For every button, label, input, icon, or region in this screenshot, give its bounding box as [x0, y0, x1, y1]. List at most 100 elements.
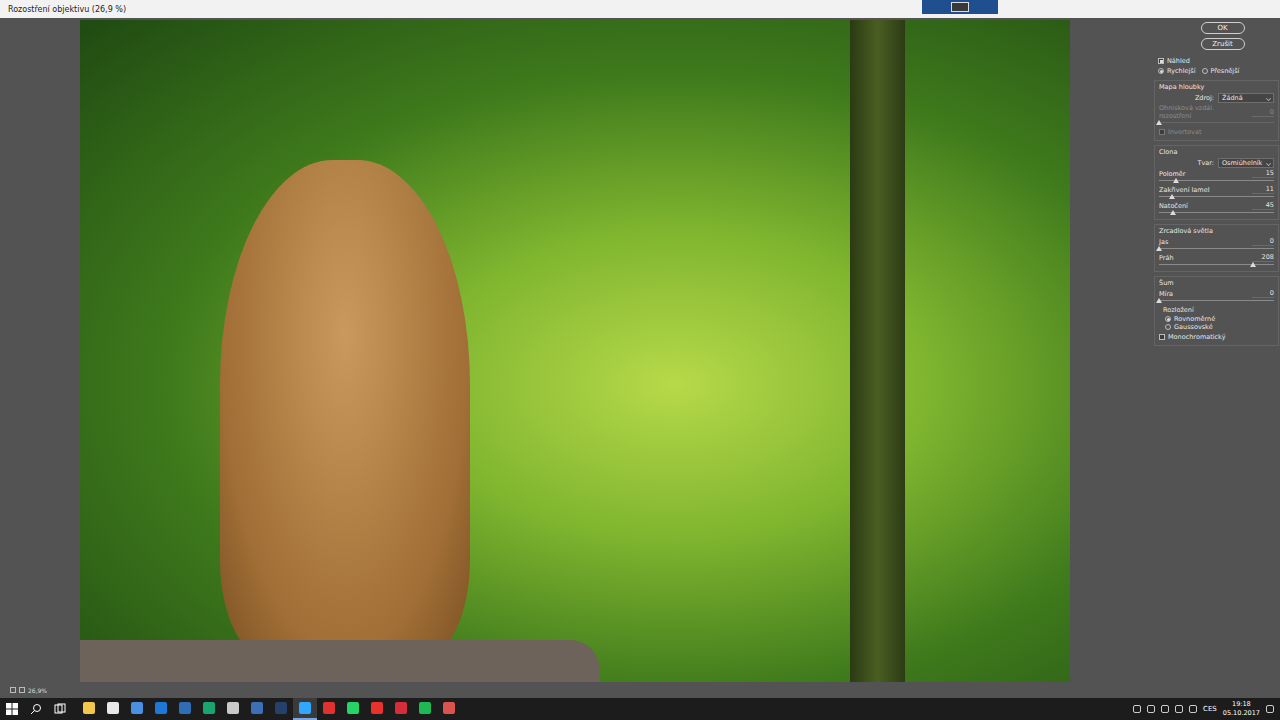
slider[interactable]: Práh208	[1155, 253, 1278, 268]
slider[interactable]: Zakřivení lamel11	[1155, 185, 1278, 200]
pinned-apps	[77, 698, 461, 720]
actual-size-icon[interactable]	[19, 687, 25, 693]
checkbox[interactable]	[1159, 129, 1165, 135]
radio-option[interactable]: Rychlejší	[1158, 67, 1196, 75]
checkbox-row[interactable]: Monochromatický	[1155, 332, 1278, 342]
tray-icon[interactable]	[1161, 705, 1169, 713]
radio-label: Rovnoměrné	[1174, 315, 1215, 323]
app-button[interactable]	[437, 698, 461, 720]
app-button[interactable]	[197, 698, 221, 720]
slider-track[interactable]	[1159, 212, 1274, 213]
slider-track[interactable]	[1159, 248, 1274, 249]
input-language[interactable]: CES	[1203, 705, 1217, 713]
checkbox-label: Monochromatický	[1168, 333, 1226, 341]
windows-start-icon[interactable]	[0, 698, 24, 720]
slider-value[interactable]: 45	[1252, 201, 1274, 210]
slider-value[interactable]: 0	[1252, 289, 1274, 298]
app-button[interactable]	[317, 698, 341, 720]
checkbox[interactable]	[1159, 334, 1165, 340]
slider-fill[interactable]	[1159, 264, 1253, 265]
app-button[interactable]	[365, 698, 389, 720]
radio-button[interactable]	[1202, 68, 1208, 74]
slider-value[interactable]: 11	[1252, 185, 1274, 194]
slider-fill[interactable]	[1159, 212, 1173, 213]
app-button[interactable]	[221, 698, 245, 720]
slider-label: Poloměr	[1159, 170, 1185, 178]
slider-track[interactable]	[1159, 196, 1274, 197]
app-button[interactable]	[389, 698, 413, 720]
slider-track[interactable]	[1159, 300, 1274, 301]
group-title: Šum	[1155, 279, 1278, 288]
checkbox-row[interactable]: Invertovat	[1155, 127, 1278, 137]
app-icon	[179, 702, 191, 714]
settings-panel: OKZrušitNáhledRychlejšíPřesnějšíMapa hlo…	[1154, 20, 1279, 682]
app-icon	[275, 702, 287, 714]
app-icon	[443, 702, 455, 714]
app-icon	[227, 702, 239, 714]
group-title: Zrcadlová světla	[1155, 227, 1278, 236]
slider-value[interactable]: 15	[1252, 169, 1274, 178]
tray-icon[interactable]	[1133, 705, 1141, 713]
radio-option[interactable]: Rovnoměrné	[1165, 315, 1215, 323]
notifications-icon[interactable]	[1266, 705, 1274, 713]
slider-track[interactable]	[1159, 264, 1274, 265]
dropdown-value: Žádná	[1222, 94, 1243, 102]
zoom-level[interactable]: 26,9%	[28, 687, 47, 694]
radio-button[interactable]	[1158, 68, 1164, 74]
task-view-icon[interactable]	[48, 698, 72, 720]
checkbox-row[interactable]: Náhled	[1154, 56, 1279, 66]
app-button[interactable]	[125, 698, 149, 720]
app-button[interactable]	[245, 698, 269, 720]
radio-label: Gaussovské	[1174, 323, 1213, 331]
select-label: Tvar:	[1197, 159, 1214, 167]
radio-button[interactable]	[1165, 324, 1171, 330]
app-button[interactable]	[413, 698, 437, 720]
app-button[interactable]	[173, 698, 197, 720]
slider-fill[interactable]	[1159, 180, 1176, 181]
title-bar: Rozostření objektivu (26,9 %)	[0, 0, 1280, 18]
slider-track[interactable]	[1159, 122, 1274, 123]
checkbox[interactable]	[1158, 58, 1164, 64]
fit-icon[interactable]	[10, 687, 16, 693]
button-group: OK Zrušit	[1166, 22, 1279, 50]
radio-option[interactable]: Přesnější	[1202, 67, 1240, 75]
tray-icon[interactable]	[1175, 705, 1183, 713]
window-grip-icon[interactable]	[922, 0, 998, 14]
app-button[interactable]	[77, 698, 101, 720]
slider[interactable]: Poloměr 15	[1155, 169, 1278, 184]
app-button[interactable]	[149, 698, 173, 720]
slider-value[interactable]: 0	[1252, 108, 1274, 117]
tray-icon[interactable]	[1189, 705, 1197, 713]
slider-value[interactable]: 0	[1252, 237, 1274, 246]
app-button[interactable]	[101, 698, 125, 720]
app-icon	[395, 702, 407, 714]
clock[interactable]: 19:1805.10.2017	[1223, 700, 1260, 718]
slider-label: Natočení	[1159, 202, 1188, 210]
slider[interactable]: Natočení 45	[1155, 201, 1278, 216]
dropdown[interactable]: Osmiúhelník	[1218, 158, 1274, 168]
app-icon	[131, 702, 143, 714]
app-icon	[371, 702, 383, 714]
app-icon	[155, 702, 167, 714]
app-button[interactable]	[293, 698, 317, 720]
app-button[interactable]	[341, 698, 365, 720]
slider[interactable]: Ohnisková vzdál. rozostření0	[1155, 104, 1278, 126]
cancel-button[interactable]: Zrušit	[1201, 38, 1245, 50]
slider[interactable]: Jas0	[1155, 237, 1278, 252]
settings-group: Zrcadlová světlaJas0Práh208	[1154, 224, 1279, 272]
tray-icon[interactable]	[1147, 705, 1155, 713]
app-button[interactable]	[269, 698, 293, 720]
slider-value[interactable]: 208	[1252, 253, 1274, 262]
settings-group: ŠumMíra0RozloženíRovnoměrnéGaussovskéMon…	[1154, 276, 1279, 346]
clock-time: 19:18	[1232, 700, 1251, 709]
ok-button[interactable]: OK	[1201, 22, 1245, 34]
dropdown[interactable]: Žádná	[1218, 93, 1274, 103]
slider-fill[interactable]	[1159, 196, 1172, 197]
slider-track[interactable]	[1159, 180, 1274, 181]
app-icon	[419, 702, 431, 714]
search-icon[interactable]	[24, 698, 48, 720]
radio-button[interactable]	[1165, 316, 1171, 322]
window-title: Rozostření objektivu (26,9 %)	[8, 5, 126, 14]
slider[interactable]: Míra0	[1155, 289, 1278, 304]
radio-option[interactable]: Gaussovské	[1165, 323, 1213, 331]
